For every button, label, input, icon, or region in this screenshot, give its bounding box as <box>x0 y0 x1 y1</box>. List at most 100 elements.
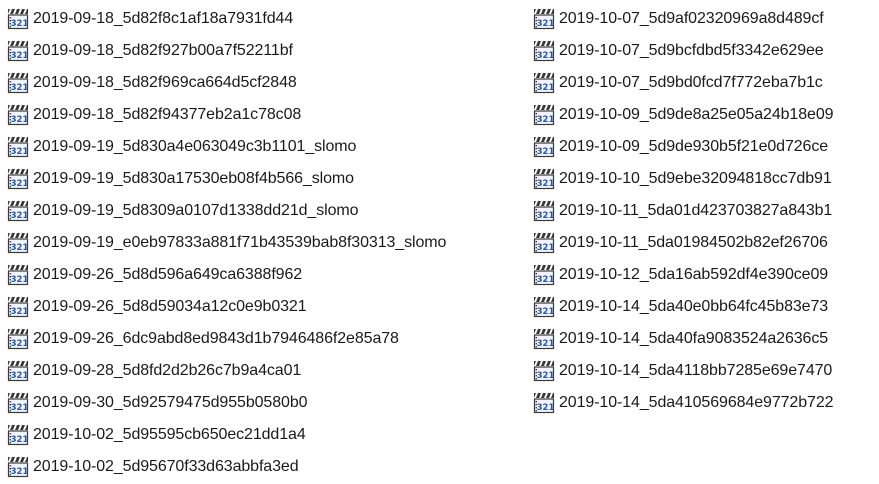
media-player-classic-321-icon: 321 <box>533 105 555 126</box>
file-name: 2019-09-18_5d82f927b00a7f52211bf <box>33 42 293 59</box>
media-player-classic-321-icon: 321 <box>533 265 555 286</box>
file-name: 2019-10-09_5d9de930b5f21e0d726ce <box>559 138 829 155</box>
media-player-classic-321-icon: 321 <box>7 297 29 318</box>
file-item[interactable]: 321 2019-10-07_5d9bd0fcd7f772eba7b1c <box>533 67 878 99</box>
media-player-classic-321-icon: 321 <box>7 393 29 414</box>
svg-text:321: 321 <box>537 211 555 221</box>
file-item[interactable]: 321 2019-09-30_5d92579475d955b0580b0 <box>7 387 527 419</box>
svg-text:321: 321 <box>537 83 555 93</box>
file-item[interactable]: 321 2019-09-26_6dc9abd8ed9843d1b7946486f2… <box>7 323 527 355</box>
file-name: 2019-10-11_5da01d423703827a843b1 <box>559 202 833 219</box>
media-player-classic-321-icon: 321 <box>533 137 555 158</box>
svg-text:321: 321 <box>11 19 29 29</box>
media-player-classic-321-icon: 321 <box>7 137 29 158</box>
media-player-classic-321-icon: 321 <box>7 457 28 478</box>
file-name: 2019-10-07_5d9bd0fcd7f772eba7b1c <box>559 74 823 91</box>
file-item[interactable]: 321 2019-09-26_5d8d59034a12c0e9b0321 <box>7 291 527 323</box>
svg-text:321: 321 <box>537 115 555 125</box>
file-name: 2019-09-19_5d830a4e063049c3b1101_slomo <box>33 138 357 155</box>
svg-text:321: 321 <box>11 403 29 413</box>
file-name: 2019-09-28_5d8fd2d2b26c7b9a4ca01 <box>33 362 302 379</box>
media-player-classic-321-icon: 321 <box>7 361 28 382</box>
file-item[interactable]: 321 2019-10-14_5da40e0bb64fc45b83e73 <box>533 291 878 323</box>
svg-text:321: 321 <box>11 275 29 285</box>
file-item[interactable]: 321 2019-10-10_5d9ebe32094818cc7db91 <box>533 163 878 195</box>
svg-text:321: 321 <box>11 435 29 445</box>
media-player-classic-321-icon: 321 <box>533 233 554 254</box>
file-item[interactable]: 321 2019-09-19_e0eb97833a881f71b43539bab8… <box>7 227 527 259</box>
svg-text:321: 321 <box>11 147 29 157</box>
file-item[interactable]: 321 2019-09-19_5d830a4e063049c3b1101_slom… <box>7 131 527 163</box>
svg-text:321: 321 <box>11 243 29 253</box>
file-name: 2019-10-14_5da40fa9083524a2636c5 <box>559 330 829 347</box>
file-item[interactable]: 321 2019-10-07_5d9af02320969a8d489cf <box>533 3 878 35</box>
file-item[interactable]: 321 2019-10-07_5d9bcfdbd5f3342e629ee <box>533 35 878 67</box>
file-item[interactable]: 321 2019-10-02_5d95670f33d63abbfa3ed <box>7 451 527 483</box>
file-item[interactable]: 321 2019-10-14_5da410569684e9772b722 <box>533 387 878 419</box>
file-item[interactable]: 321 2019-09-18_5d82f969ca664d5cf2848 <box>7 67 527 99</box>
file-list-view: 321 2019-09-18_5d82f8c1af18a7931fd44 321 20… <box>0 0 879 484</box>
file-name: 2019-10-14_5da410569684e9772b722 <box>559 394 834 411</box>
file-item[interactable]: 321 2019-10-11_5da01d423703827a843b1 <box>533 195 878 227</box>
media-player-classic-321-icon: 321 <box>7 9 29 30</box>
file-item[interactable]: 321 2019-09-28_5d8fd2d2b26c7b9a4ca01 <box>7 355 527 387</box>
file-name: 2019-10-11_5da01984502b82ef26706 <box>559 234 828 251</box>
file-name: 2019-09-18_5d82f8c1af18a7931fd44 <box>33 10 294 27</box>
file-name: 2019-10-07_5d9bcfdbd5f3342e629ee <box>559 42 824 59</box>
file-name: 2019-09-18_5d82f94377eb2a1c78c08 <box>33 106 302 123</box>
svg-text:321: 321 <box>537 339 555 349</box>
file-item[interactable]: 321 2019-10-09_5d9de8a25e05a24b18e09 <box>533 99 878 131</box>
svg-text:321: 321 <box>537 403 555 413</box>
media-player-classic-321-icon: 321 <box>7 169 29 190</box>
file-item[interactable]: 321 2019-10-12_5da16ab592df4e390ce09 <box>533 259 878 291</box>
file-name: 2019-10-14_5da40e0bb64fc45b83e73 <box>559 298 829 315</box>
file-item[interactable]: 321 2019-09-18_5d82f8c1af18a7931fd44 <box>7 3 527 35</box>
file-column-right: 321 2019-10-07_5d9af02320969a8d489cf 321 20… <box>533 3 878 419</box>
file-item[interactable]: 321 2019-10-14_5da4118bb7285e69e7470 <box>533 355 878 387</box>
svg-text:321: 321 <box>537 371 555 381</box>
media-player-classic-321-icon: 321 <box>533 41 554 62</box>
media-player-classic-321-icon: 321 <box>7 425 29 446</box>
file-name: 2019-10-14_5da4118bb7285e69e7470 <box>559 362 833 379</box>
file-item[interactable]: 321 2019-09-26_5d8d596a649ca6388f962 <box>7 259 527 291</box>
file-name: 2019-10-09_5d9de8a25e05a24b18e09 <box>559 106 834 123</box>
file-name: 2019-10-07_5d9af02320969a8d489cf <box>559 10 824 27</box>
svg-text:321: 321 <box>11 307 29 317</box>
file-item[interactable]: 321 2019-09-18_5d82f94377eb2a1c78c08 <box>7 99 527 131</box>
file-name: 2019-09-19_5d8309a0107d1338dd21d_slomo <box>33 202 359 219</box>
file-name: 2019-10-02_5d95595cb650ec21dd1a4 <box>33 426 306 443</box>
file-name: 2019-10-12_5da16ab592df4e390ce09 <box>559 266 829 283</box>
file-item[interactable]: 321 2019-10-02_5d95595cb650ec21dd1a4 <box>7 419 527 451</box>
media-player-classic-321-icon: 321 <box>7 105 28 126</box>
media-player-classic-321-icon: 321 <box>533 73 555 94</box>
file-item[interactable]: 321 2019-09-19_5d830a17530eb08f4b566_slom… <box>7 163 527 195</box>
svg-text:321: 321 <box>11 83 29 93</box>
file-name: 2019-09-18_5d82f969ca664d5cf2848 <box>33 74 297 91</box>
media-player-classic-321-icon: 321 <box>7 265 29 286</box>
media-player-classic-321-icon: 321 <box>7 201 29 222</box>
file-item[interactable]: 321 2019-09-19_5d8309a0107d1338dd21d_slom… <box>7 195 527 227</box>
svg-text:321: 321 <box>537 19 555 29</box>
file-item[interactable]: 321 2019-09-18_5d82f927b00a7f52211bf <box>7 35 527 67</box>
svg-text:321: 321 <box>11 179 29 189</box>
media-player-classic-321-icon: 321 <box>533 9 555 30</box>
media-player-classic-321-icon: 321 <box>7 73 29 94</box>
file-name: 2019-10-02_5d95670f33d63abbfa3ed <box>33 458 299 475</box>
file-name: 2019-09-26_6dc9abd8ed9843d1b7946486f2e85… <box>33 330 399 347</box>
svg-text:321: 321 <box>11 211 29 221</box>
svg-text:321: 321 <box>537 179 555 189</box>
media-player-classic-321-icon: 321 <box>7 329 28 350</box>
svg-text:321: 321 <box>11 51 29 61</box>
svg-text:321: 321 <box>537 307 555 317</box>
media-player-classic-321-icon: 321 <box>533 361 555 382</box>
media-player-classic-321-icon: 321 <box>7 233 29 254</box>
file-name: 2019-09-26_5d8d59034a12c0e9b0321 <box>33 298 307 315</box>
file-item[interactable]: 321 2019-10-14_5da40fa9083524a2636c5 <box>533 323 878 355</box>
file-item[interactable]: 321 2019-10-11_5da01984502b82ef26706 <box>533 227 878 259</box>
svg-text:321: 321 <box>537 275 555 285</box>
file-name: 2019-09-26_5d8d596a649ca6388f962 <box>33 266 303 283</box>
media-player-classic-321-icon: 321 <box>7 41 29 62</box>
svg-text:321: 321 <box>537 147 555 157</box>
file-item[interactable]: 321 2019-10-09_5d9de930b5f21e0d726ce <box>533 131 878 163</box>
file-name: 2019-10-10_5d9ebe32094818cc7db91 <box>559 170 832 187</box>
